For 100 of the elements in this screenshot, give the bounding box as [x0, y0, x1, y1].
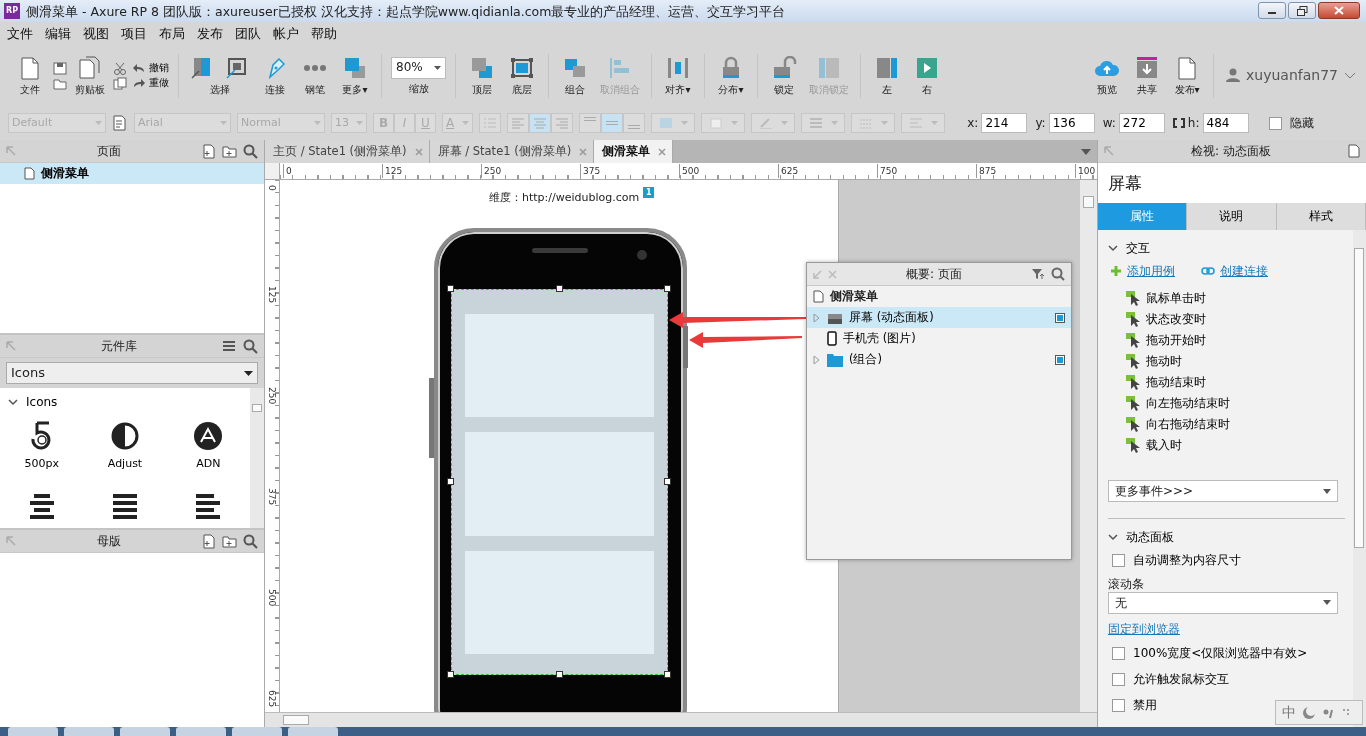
toolbar-button[interactable]: 左: [870, 55, 904, 96]
notes-button[interactable]: [1348, 144, 1360, 158]
scrollbar[interactable]: [1353, 230, 1366, 727]
search-button[interactable]: [243, 533, 258, 549]
toolbar-button[interactable]: 共享: [1130, 55, 1165, 96]
outline-item[interactable]: (组合): [807, 349, 1071, 370]
resize-handle[interactable]: [664, 285, 671, 292]
toolbar-button[interactable]: [113, 76, 127, 90]
toolbar-button[interactable]: 更多▾: [338, 55, 372, 96]
library-widget[interactable]: 500px: [0, 420, 84, 472]
menu-item[interactable]: 团队: [229, 25, 267, 42]
coordinate-field[interactable]: 272: [1118, 113, 1165, 133]
event-item[interactable]: 拖动时: [1108, 351, 1345, 373]
valign-button[interactable]: [579, 113, 602, 133]
search-button[interactable]: [243, 143, 258, 159]
coordinate-field[interactable]: 214: [981, 113, 1028, 133]
event-item[interactable]: 载入时: [1108, 435, 1345, 457]
checkbox[interactable]: 自动调整为内容尺寸: [1108, 547, 1241, 574]
scrollbar[interactable]: [1080, 180, 1097, 712]
minimize-button[interactable]: [1258, 2, 1286, 19]
toolbar-button[interactable]: 锁定: [767, 55, 801, 96]
toolbar-button[interactable]: [113, 61, 127, 75]
menu-item[interactable]: 帐户: [267, 25, 305, 42]
more-events-dropdown[interactable]: 更多事件>>>: [1108, 480, 1338, 503]
menu-item[interactable]: 布局: [153, 25, 191, 42]
close-button[interactable]: [1318, 2, 1360, 19]
scrollbar[interactable]: [250, 388, 264, 528]
toolbar-button[interactable]: [53, 76, 67, 90]
page-item[interactable]: 侧滑菜单: [0, 163, 264, 184]
toolbar-button[interactable]: 顶层: [465, 55, 499, 96]
add-page-button[interactable]: [201, 143, 216, 159]
checkbox[interactable]: 禁用: [1108, 692, 1157, 719]
document-tab[interactable]: 主页 / State1 (侧滑菜单): [265, 140, 430, 163]
user-menu[interactable]: xuyuanfan77: [1214, 66, 1362, 85]
add-folder-button[interactable]: [222, 533, 237, 549]
valign-button[interactable]: [623, 113, 646, 133]
search-button[interactable]: [1051, 267, 1065, 281]
toolbar-button[interactable]: 组合: [558, 55, 592, 96]
event-item[interactable]: 拖动开始时: [1108, 330, 1345, 352]
resize-handle[interactable]: [447, 478, 454, 485]
pin-to-browser-link[interactable]: 固定到浏览器: [1108, 621, 1180, 637]
library-widget[interactable]: ADN: [166, 420, 250, 472]
toolbar-button[interactable]: 钢笔: [298, 55, 332, 96]
line-color-button[interactable]: [751, 113, 796, 133]
toolbar-button[interactable]: 连接: [258, 55, 292, 96]
resize-handle[interactable]: [555, 671, 563, 678]
toolbar-button[interactable]: 分布▾: [714, 55, 748, 96]
event-item[interactable]: 向左拖动结束时: [1108, 393, 1345, 415]
search-button[interactable]: [243, 338, 258, 354]
add-folder-button[interactable]: [222, 143, 237, 159]
checkbox[interactable]: 100%宽度<仅限浏览器中有效>: [1108, 640, 1308, 667]
create-link-link[interactable]: 创建连接: [1201, 264, 1268, 279]
coordinate-field[interactable]: 136: [1048, 113, 1095, 133]
outline-item[interactable]: 手机壳 (图片): [807, 328, 1071, 349]
toolbar-button[interactable]: 剪贴板: [73, 55, 107, 96]
toolbar-button[interactable]: 重做: [133, 77, 169, 89]
outline-page[interactable]: 侧滑菜单: [807, 286, 1071, 307]
library-widget[interactable]: Adjust: [83, 420, 167, 472]
library-group-header[interactable]: Icons: [8, 392, 58, 412]
menu-item[interactable]: 项目: [115, 25, 153, 42]
toolbar-button[interactable]: [53, 61, 67, 75]
section-header[interactable]: 交互: [1108, 238, 1150, 258]
event-item[interactable]: 状态改变时: [1108, 309, 1345, 331]
event-item[interactable]: 鼠标单击时: [1108, 288, 1345, 310]
menu-button[interactable]: [222, 338, 237, 354]
filter-button[interactable]: [1031, 268, 1045, 280]
toolbar-button[interactable]: 选择: [188, 55, 252, 96]
document-tab[interactable]: 屏幕 / State1 (侧滑菜单): [429, 140, 595, 163]
toolbar-button[interactable]: 发布▾: [1170, 55, 1205, 96]
resize-handle[interactable]: [664, 478, 671, 485]
restore-button[interactable]: [1288, 2, 1316, 19]
inspector-tab[interactable]: 说明: [1187, 203, 1277, 230]
toolbar-button[interactable]: 预览: [1090, 55, 1125, 96]
toolbar-button[interactable]: 文件: [13, 55, 47, 96]
coordinate-field[interactable]: 484: [1202, 113, 1249, 133]
menu-item[interactable]: 视图: [77, 25, 115, 42]
inspector-tab[interactable]: 样式: [1276, 203, 1366, 230]
style-button[interactable]: [112, 115, 128, 131]
resize-handle[interactable]: [447, 285, 454, 292]
menu-item[interactable]: 帮助: [305, 25, 343, 42]
toolbar-button[interactable]: 对齐▾: [661, 55, 695, 96]
toolbar-button[interactable]: 撤销: [133, 62, 169, 74]
add-case-link[interactable]: 添加用例: [1110, 264, 1175, 279]
add-page-button[interactable]: [201, 533, 216, 549]
resize-handle[interactable]: [664, 671, 671, 678]
scrollbar[interactable]: [265, 712, 1097, 727]
resize-handle[interactable]: [447, 671, 454, 678]
scrollbar-dropdown[interactable]: 无: [1108, 591, 1338, 614]
menu-item[interactable]: 发布: [191, 25, 229, 42]
menu-item[interactable]: 编辑: [39, 25, 77, 42]
menu-item[interactable]: 文件: [1, 25, 39, 42]
outline-item[interactable]: 屏幕 (动态面板): [807, 307, 1071, 328]
event-item[interactable]: 向右拖动结束时: [1108, 414, 1345, 436]
hidden-checkbox[interactable]: 隐藏: [1264, 110, 1314, 136]
zoom-dropdown[interactable]: 80%: [391, 56, 446, 79]
document-tab[interactable]: 侧滑菜单: [594, 140, 674, 163]
event-item[interactable]: 拖动结束时: [1108, 372, 1345, 394]
fill-color-button[interactable]: [651, 113, 696, 133]
checkbox[interactable]: 允许触发鼠标交互: [1108, 666, 1229, 693]
toolbar-button[interactable]: 右: [910, 55, 944, 96]
